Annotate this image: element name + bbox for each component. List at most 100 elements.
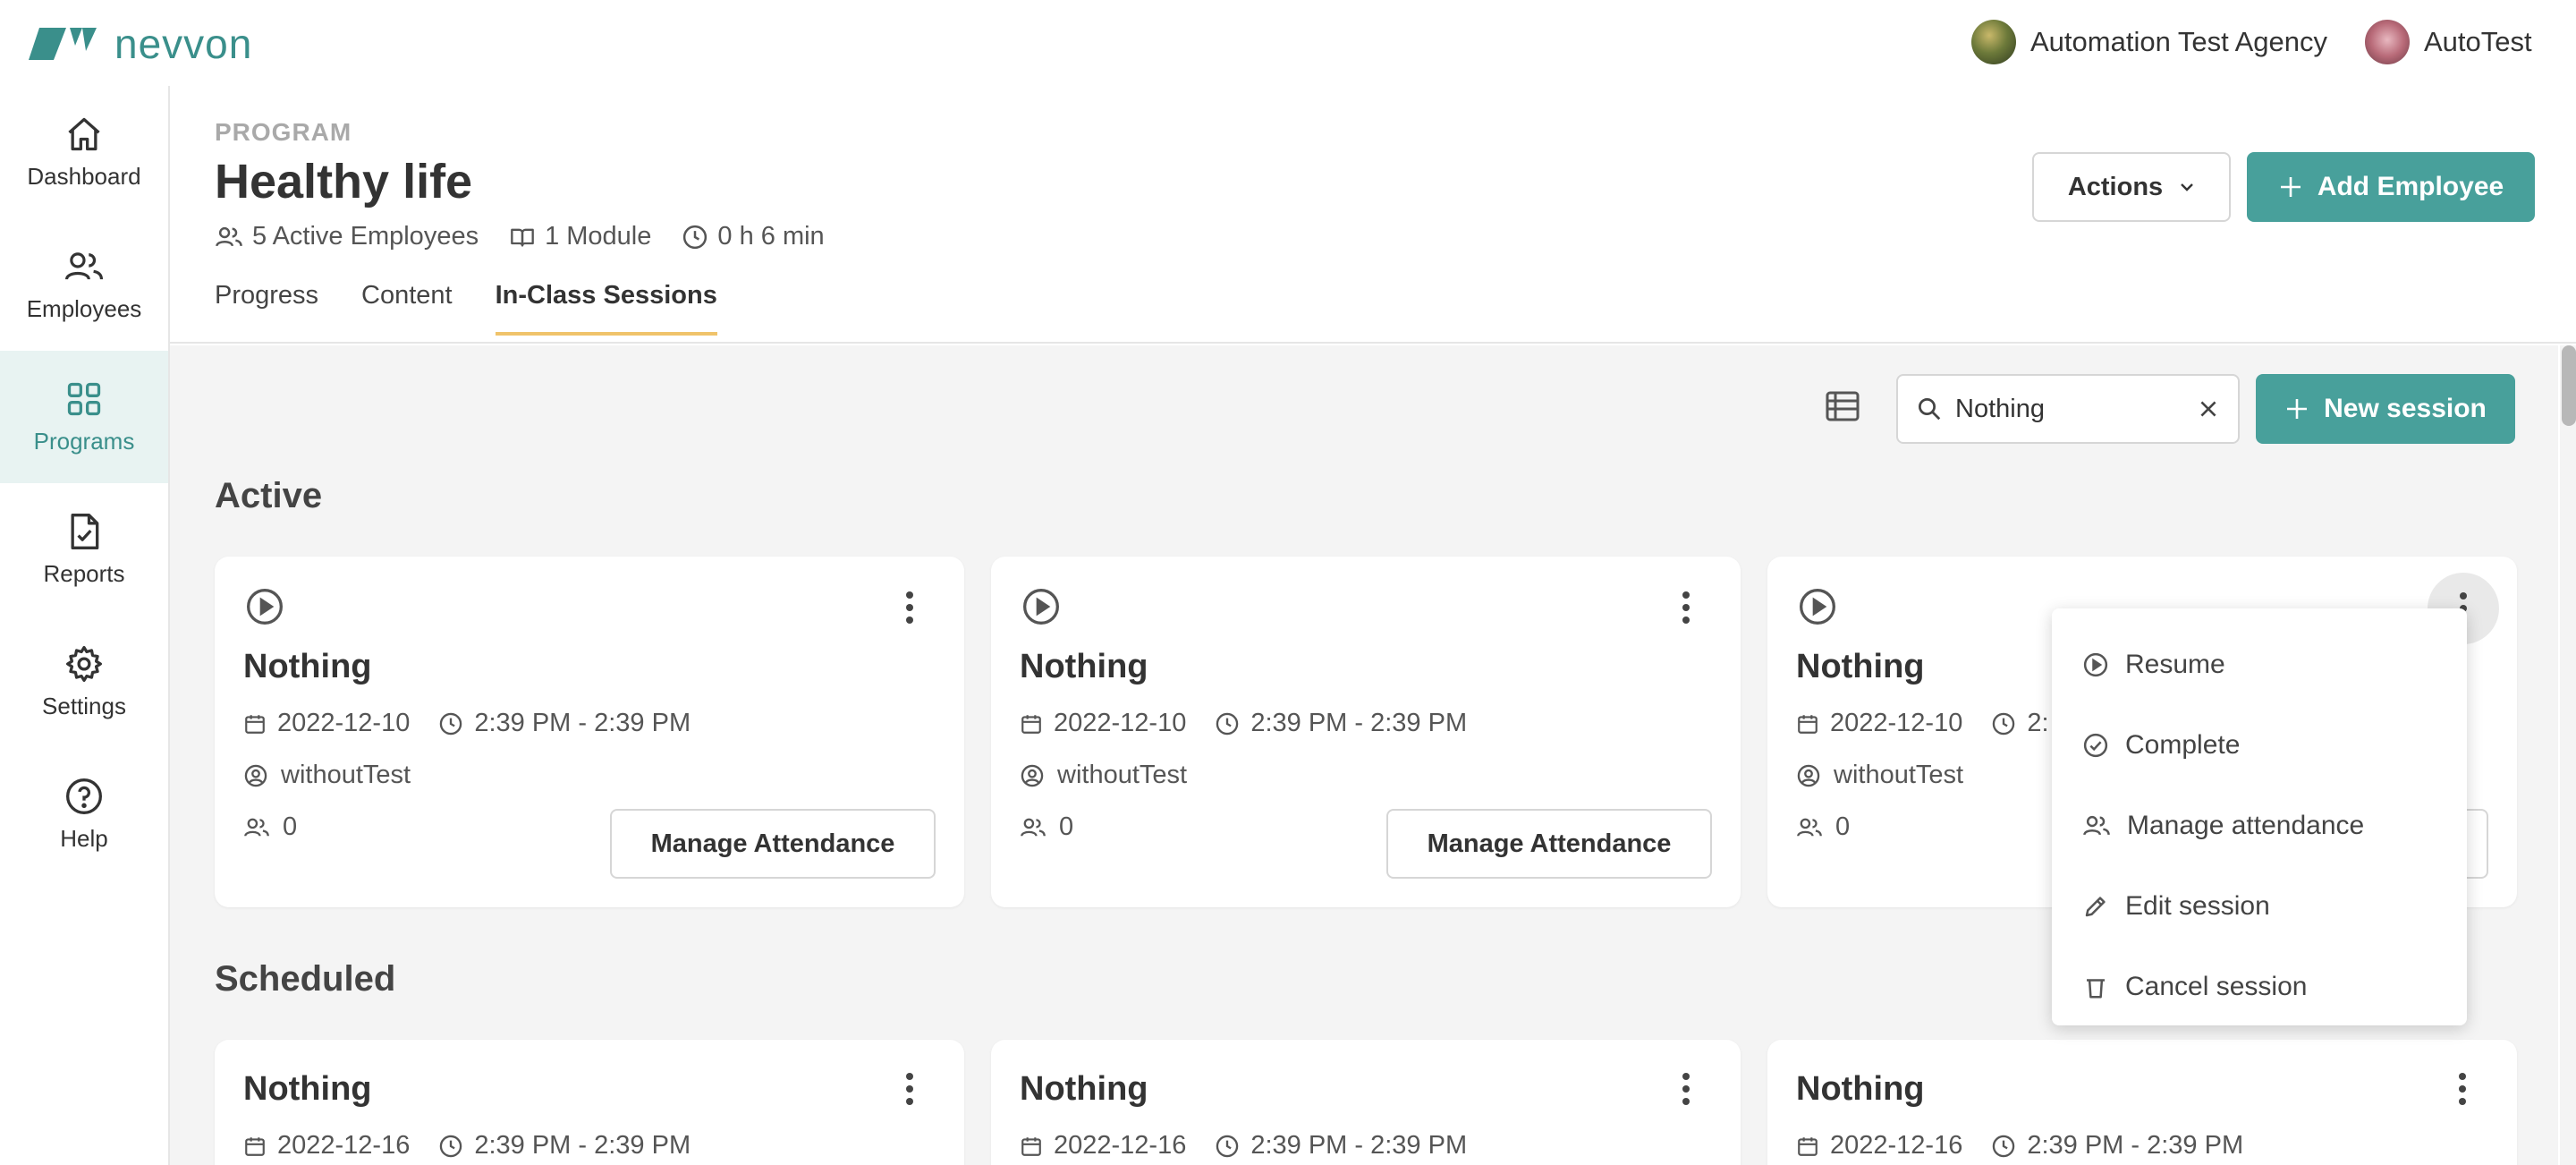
- menu-item-label: Cancel session: [2125, 972, 2308, 1001]
- session-attendees: 0: [1796, 812, 1850, 842]
- session-time: 2:39 PM - 2:39 PM: [474, 1131, 691, 1160]
- clock-icon: [1215, 1134, 1240, 1159]
- sidebar-item-reports[interactable]: Reports: [0, 483, 168, 616]
- sidebar-item-help[interactable]: Help: [0, 748, 168, 880]
- users-icon: [243, 815, 270, 840]
- content-scrollbar[interactable]: [2560, 345, 2576, 1165]
- session-name: Nothing: [1796, 648, 1925, 685]
- clear-search-icon[interactable]: [2197, 397, 2220, 421]
- menu-item-resume[interactable]: Resume: [2052, 625, 2467, 705]
- play-circle-icon: [245, 587, 284, 626]
- menu-item-cancel-session[interactable]: Cancel session: [2052, 947, 2467, 1027]
- session-datetime: 2022-12-10 2:39 PM - 2:39 PM: [1020, 709, 1467, 738]
- users-icon: [64, 247, 105, 286]
- attendee-count: 0: [283, 812, 298, 841]
- new-session-label: New session: [2324, 394, 2487, 423]
- list-view-toggle[interactable]: [1825, 390, 1860, 422]
- page-eyebrow: PROGRAM: [215, 118, 352, 146]
- clock-icon: [1991, 711, 2016, 736]
- menu-item-label: Manage attendance: [2127, 811, 2365, 840]
- session-datetime: 2022-12-10 2:39 PM - 2:39 PM: [243, 709, 691, 738]
- program-meta: 5 Active Employees 1 Module 0 h 6 min: [215, 222, 825, 251]
- manage-attendance-button[interactable]: Manage Attendance: [610, 809, 936, 879]
- instructor-name: withoutTest: [1057, 761, 1188, 789]
- tab-in-class-sessions[interactable]: In-Class Sessions: [495, 281, 718, 336]
- scheduled-session-card[interactable]: Nothing 2022-12-16 2:39 PM - 2:39 PM: [215, 1040, 964, 1165]
- users-icon: [1796, 815, 1823, 840]
- sidebar-item-programs[interactable]: Programs: [0, 351, 168, 483]
- active-session-card[interactable]: Nothing 2022-12-10 2:39 PM - 2:39 PM wit…: [991, 557, 1741, 907]
- page-title: Healthy life: [215, 155, 473, 208]
- program-tabs: Progress Content In-Class Sessions: [215, 281, 718, 336]
- card-menu-button[interactable]: [887, 1067, 932, 1111]
- trash-icon: [2082, 974, 2109, 1000]
- card-menu-button[interactable]: [1664, 585, 1708, 630]
- session-instructor: withoutTest: [1020, 761, 1187, 790]
- agency-switcher[interactable]: Automation Test Agency: [1971, 20, 2327, 64]
- calendar-icon: [243, 712, 267, 736]
- sidebar-item-label: Dashboard: [27, 162, 141, 190]
- clock-icon: [438, 711, 463, 736]
- meta-duration: 0 h 6 min: [682, 222, 825, 251]
- scrollbar-thumb[interactable]: [2562, 345, 2576, 426]
- user-menu[interactable]: AutoTest: [2365, 20, 2532, 64]
- session-name: Nothing: [1796, 1070, 1925, 1108]
- tab-content[interactable]: Content: [361, 281, 453, 334]
- section-scheduled-title: Scheduled: [215, 959, 396, 999]
- add-employee-button[interactable]: Add Employee: [2247, 152, 2535, 222]
- instructor-name: withoutTest: [1834, 761, 1964, 789]
- users-icon: [2082, 812, 2111, 839]
- user-name: AutoTest: [2424, 26, 2532, 57]
- tab-progress[interactable]: Progress: [215, 281, 318, 334]
- scheduled-session-card[interactable]: Nothing 2022-12-16 2:39 PM - 2:39 PM: [1767, 1040, 2517, 1165]
- session-datetime: 2022-12-10 2:: [1796, 709, 2049, 738]
- menu-item-complete[interactable]: Complete: [2052, 705, 2467, 786]
- scheduled-session-card[interactable]: Nothing 2022-12-16 2:39 PM - 2:39 PM: [991, 1040, 1741, 1165]
- meta-modules: 1 Module: [509, 222, 651, 251]
- sidebar-item-employees[interactable]: Employees: [0, 218, 168, 351]
- plus-icon: [2278, 174, 2303, 200]
- session-instructor: withoutTest: [1796, 761, 1963, 790]
- top-bar: nevvon Automation Test Agency AutoTest: [0, 0, 2576, 86]
- search-input[interactable]: Nothing: [1955, 395, 2184, 424]
- session-date: 2022-12-16: [1830, 1131, 1963, 1160]
- play-circle-icon: [2082, 651, 2109, 678]
- brand-logo[interactable]: nevvon: [27, 20, 252, 68]
- agency-name: Automation Test Agency: [2030, 26, 2328, 57]
- session-search[interactable]: Nothing: [1896, 374, 2240, 444]
- sidebar-item-label: Programs: [33, 427, 135, 455]
- session-name: Nothing: [1020, 1070, 1148, 1108]
- user-avatar: [2365, 20, 2410, 64]
- new-session-button[interactable]: New session: [2256, 374, 2515, 444]
- sidebar-item-label: Help: [60, 824, 108, 852]
- active-session-card[interactable]: Nothing 2022-12-10 2:39 PM - 2:39 PM wit…: [215, 557, 964, 907]
- play-circle-icon: [1021, 587, 1061, 626]
- attendee-count: 0: [1059, 812, 1074, 841]
- card-menu-button[interactable]: [887, 585, 932, 630]
- plus-icon: [2284, 396, 2309, 421]
- sidebar-item-label: Reports: [43, 559, 125, 587]
- sidebar-item-dashboard[interactable]: Dashboard: [0, 86, 168, 218]
- menu-item-manage-attendance[interactable]: Manage attendance: [2052, 786, 2467, 866]
- calendar-icon: [1796, 1135, 1819, 1158]
- user-circle-icon: [1020, 763, 1045, 788]
- card-menu-button[interactable]: [2440, 1067, 2485, 1111]
- manage-attendance-button[interactable]: Manage Attendance: [1386, 809, 1712, 879]
- grid-icon: [64, 379, 104, 419]
- users-icon: [215, 224, 243, 251]
- menu-item-edit-session[interactable]: Edit session: [2052, 866, 2467, 947]
- sidebar-item-settings[interactable]: Settings: [0, 616, 168, 748]
- user-circle-icon: [1796, 763, 1821, 788]
- actions-dropdown-button[interactable]: Actions: [2032, 152, 2231, 222]
- session-time: 2:39 PM - 2:39 PM: [1250, 1131, 1468, 1160]
- session-date: 2022-12-10: [1830, 709, 1963, 737]
- instructor-name: withoutTest: [281, 761, 411, 789]
- session-datetime: 2022-12-16 2:39 PM - 2:39 PM: [243, 1131, 691, 1161]
- card-menu-button[interactable]: [1664, 1067, 1708, 1111]
- session-datetime: 2022-12-16 2:39 PM - 2:39 PM: [1796, 1131, 2243, 1161]
- session-attendees: 0: [243, 812, 297, 842]
- gear-icon: [64, 644, 104, 684]
- session-instructor: withoutTest: [243, 761, 411, 790]
- session-attendees: 0: [1020, 812, 1073, 842]
- menu-item-label: Resume: [2125, 650, 2225, 679]
